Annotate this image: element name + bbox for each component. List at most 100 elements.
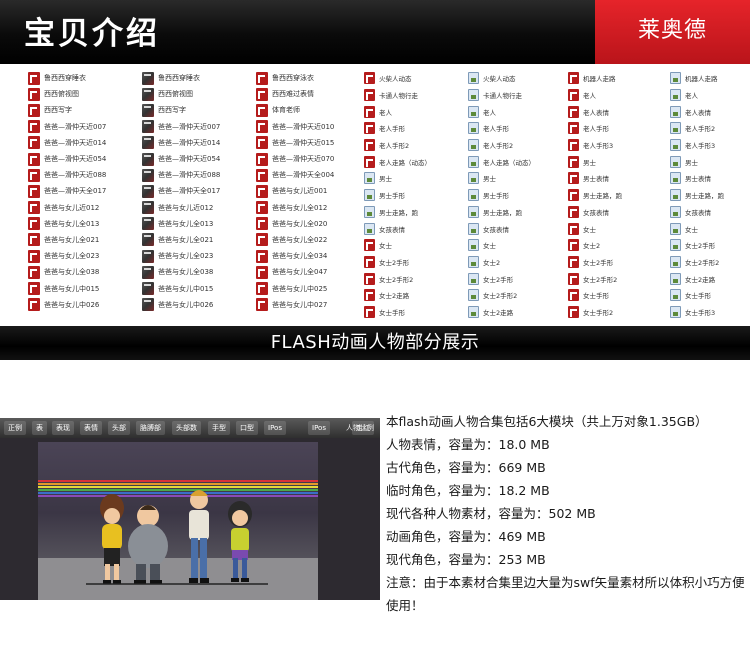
file-item[interactable]: 机器人走路 xyxy=(670,70,750,87)
file-item[interactable]: 女士2手形2 xyxy=(568,270,629,287)
file-item[interactable]: 女孩表情 xyxy=(468,220,556,237)
file-item[interactable]: 爸爸与女儿中026 xyxy=(28,297,106,313)
file-item[interactable]: 爸爸与女儿全020 xyxy=(256,216,334,232)
file-item[interactable]: 男士手形 xyxy=(468,187,556,204)
file-item[interactable]: 鲁西西穿睡衣 xyxy=(142,70,220,86)
file-item[interactable]: 男士手形 xyxy=(364,187,452,204)
file-item[interactable]: 爸爸与女儿中025 xyxy=(256,280,334,296)
file-item[interactable]: 老人 xyxy=(568,87,629,104)
file-item[interactable]: 爸爸—滑仲天全004 xyxy=(256,167,334,183)
file-item[interactable]: 女士2 xyxy=(568,237,629,254)
file-item[interactable]: 爸爸与女儿全012 xyxy=(256,200,334,216)
file-item[interactable]: 女士手形 xyxy=(670,287,750,304)
file-item[interactable]: 男士走路，跑 xyxy=(670,187,750,204)
file-item[interactable]: 火柴人动态 xyxy=(468,70,556,87)
file-item[interactable]: 女士 xyxy=(364,237,452,254)
file-item[interactable]: 男士走路，跑 xyxy=(364,204,452,221)
file-item[interactable]: 老人手形3 xyxy=(670,137,750,154)
file-item[interactable]: 爸爸与女儿全038 xyxy=(28,264,106,280)
file-item[interactable]: 西西俯视图 xyxy=(28,86,106,102)
file-item[interactable]: 老人手形2 xyxy=(468,137,556,154)
file-item[interactable]: 爸爸—滑仲天近007 xyxy=(28,119,106,135)
file-item[interactable]: 西西难过表情 xyxy=(256,86,334,102)
file-item[interactable]: 爸爸与女儿近001 xyxy=(256,183,334,199)
file-item[interactable]: 爸爸—滑仲天近088 xyxy=(142,167,220,183)
file-item[interactable]: 女士2手形2 xyxy=(364,270,452,287)
file-item[interactable]: 男士 xyxy=(468,170,556,187)
file-item[interactable]: 爸爸与女儿全038 xyxy=(142,264,220,280)
file-item[interactable]: 男士走路，跑 xyxy=(468,204,556,221)
file-item[interactable]: 机器人走路 xyxy=(568,70,629,87)
file-item[interactable]: 女士2走路 xyxy=(670,270,750,287)
file-item[interactable]: 老人 xyxy=(468,103,556,120)
file-item[interactable]: 爸爸与女儿全034 xyxy=(256,248,334,264)
file-item[interactable]: 老人手形 xyxy=(468,120,556,137)
file-item[interactable]: 爸爸—滑仲天全017 xyxy=(28,183,106,199)
file-item[interactable]: 爸爸与女儿全021 xyxy=(28,232,106,248)
file-item[interactable]: 女士手形3 xyxy=(670,304,750,320)
file-item[interactable]: 女士2手形 xyxy=(670,237,750,254)
file-item[interactable]: 老人手形3 xyxy=(568,137,629,154)
file-item[interactable]: 老人手形 xyxy=(364,120,452,137)
file-item[interactable]: 爸爸与女儿中027 xyxy=(256,297,334,313)
file-item[interactable]: 女孩表情 xyxy=(364,220,452,237)
file-item[interactable]: 鲁西西穿泳衣 xyxy=(256,70,334,86)
file-item[interactable]: 爸爸与女儿中026 xyxy=(142,297,220,313)
file-item[interactable]: 卡通人物行走 xyxy=(364,87,452,104)
file-item[interactable]: 男士 xyxy=(670,153,750,170)
file-item[interactable]: 女士2 xyxy=(468,254,556,271)
file-item[interactable]: 爸爸—滑仲天近054 xyxy=(28,151,106,167)
file-item[interactable]: 老人走路（动态） xyxy=(468,153,556,170)
file-item[interactable]: 鲁西西穿睡衣 xyxy=(28,70,106,86)
file-item[interactable]: 女士手形2 xyxy=(568,304,629,320)
file-item[interactable]: 爸爸—滑仲天近088 xyxy=(28,167,106,183)
file-item[interactable]: 爸爸与女儿全013 xyxy=(28,216,106,232)
file-item[interactable]: 爸爸与女儿全013 xyxy=(142,216,220,232)
file-item[interactable]: 女士2手形 xyxy=(568,254,629,271)
file-item[interactable]: 老人表情 xyxy=(568,103,629,120)
file-item[interactable]: 爸爸与女儿近012 xyxy=(142,200,220,216)
file-item[interactable]: 爸爸与女儿近012 xyxy=(28,200,106,216)
file-item[interactable]: 爸爸与女儿全022 xyxy=(256,232,334,248)
file-item[interactable]: 爸爸—滑仲天近015 xyxy=(256,135,334,151)
file-item[interactable]: 女士2走路 xyxy=(364,287,452,304)
file-item[interactable]: 男士 xyxy=(568,153,629,170)
file-item[interactable]: 女士2手形2 xyxy=(468,287,556,304)
file-item[interactable]: 爸爸—滑仲天近054 xyxy=(142,151,220,167)
file-item[interactable]: 男士表情 xyxy=(670,170,750,187)
file-item[interactable]: 男士表情 xyxy=(568,170,629,187)
file-item[interactable]: 老人 xyxy=(364,103,452,120)
file-item[interactable]: 西西俯视图 xyxy=(142,86,220,102)
file-item[interactable]: 老人手形 xyxy=(568,120,629,137)
file-item[interactable]: 爸爸—滑仲天近070 xyxy=(256,151,334,167)
file-item[interactable]: 爸爸—滑仲天近014 xyxy=(28,135,106,151)
file-item[interactable]: 老人 xyxy=(670,87,750,104)
file-item[interactable]: 女孩表情 xyxy=(670,204,750,221)
file-item[interactable]: 女士 xyxy=(468,237,556,254)
file-item[interactable]: 爸爸—滑仲天全017 xyxy=(142,183,220,199)
file-item[interactable]: 爸爸与女儿全023 xyxy=(28,248,106,264)
file-item[interactable]: 女士 xyxy=(670,220,750,237)
file-item[interactable]: 爸爸与女儿全021 xyxy=(142,232,220,248)
file-item[interactable]: 女孩表情 xyxy=(568,204,629,221)
file-item[interactable]: 老人走路（动态） xyxy=(364,153,452,170)
file-item[interactable]: 爸爸与女儿中015 xyxy=(28,280,106,296)
file-item[interactable]: 爸爸与女儿全023 xyxy=(142,248,220,264)
file-item[interactable]: 火柴人动态 xyxy=(364,70,452,87)
file-item[interactable]: 老人手形2 xyxy=(364,137,452,154)
file-item[interactable]: 女士2走路 xyxy=(468,304,556,320)
file-item[interactable]: 男士 xyxy=(364,170,452,187)
file-item[interactable]: 爸爸与女儿中015 xyxy=(142,280,220,296)
file-item[interactable]: 体育老师 xyxy=(256,102,334,118)
file-item[interactable]: 老人手形2 xyxy=(670,120,750,137)
file-item[interactable]: 爸爸—滑仲天近010 xyxy=(256,119,334,135)
file-item[interactable]: 老人表情 xyxy=(670,103,750,120)
file-item[interactable]: 女士2手形2 xyxy=(670,254,750,271)
file-item[interactable]: 女士2手形 xyxy=(468,270,556,287)
file-item[interactable]: 男士走路，跑 xyxy=(568,187,629,204)
file-item[interactable]: 卡通人物行走 xyxy=(468,87,556,104)
file-item[interactable]: 女士2手形 xyxy=(364,254,452,271)
file-item[interactable]: 女士手形 xyxy=(364,304,452,320)
file-item[interactable]: 西西写字 xyxy=(28,102,106,118)
file-item[interactable]: 爸爸与女儿全047 xyxy=(256,264,334,280)
